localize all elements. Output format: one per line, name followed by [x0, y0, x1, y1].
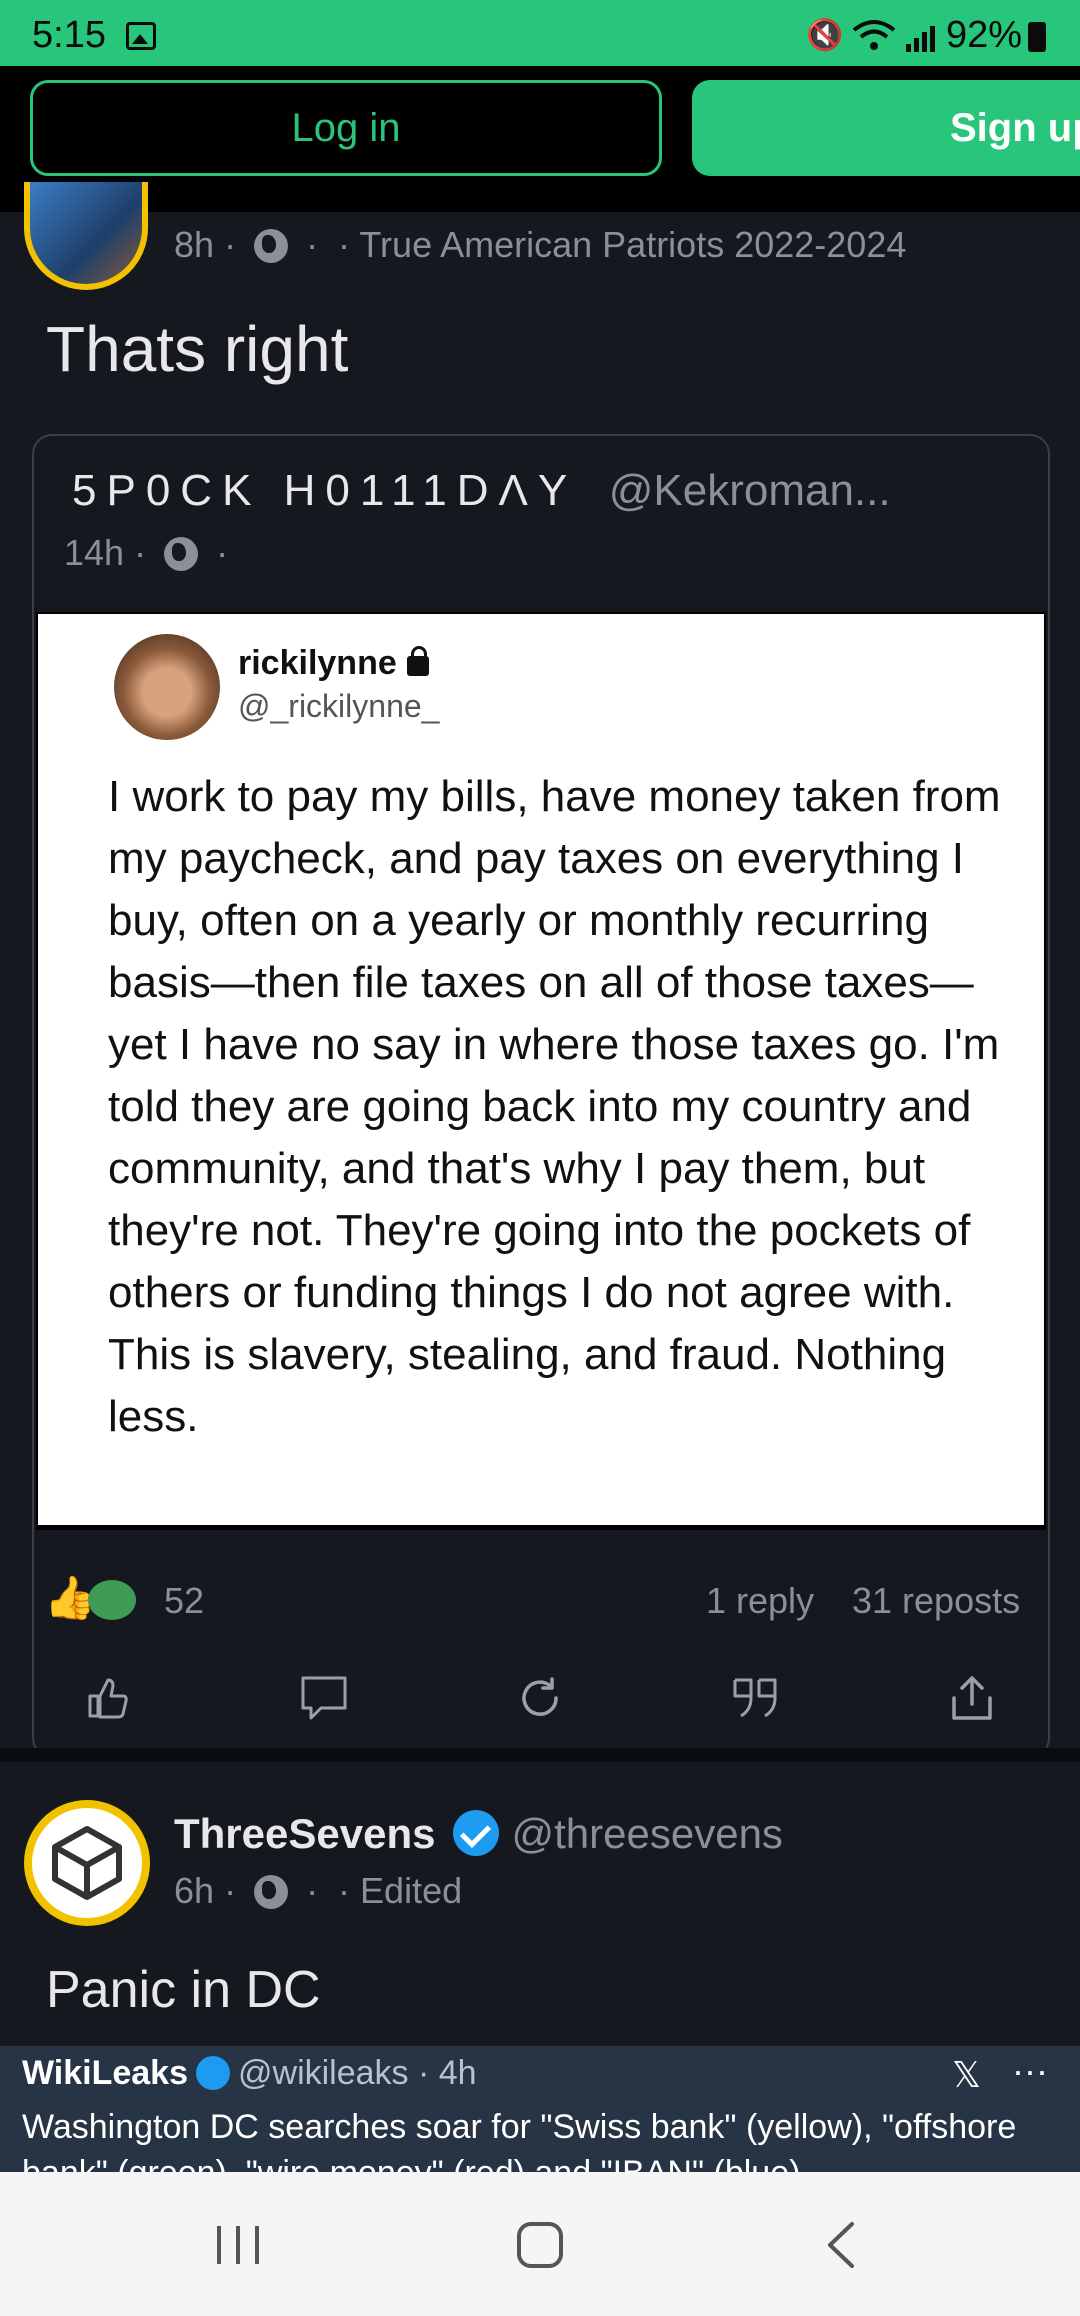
image-text: I work to pay my bills, have money taken… [108, 772, 1001, 1441]
battery-percentage: 92% [946, 14, 1023, 56]
globe-icon [164, 537, 199, 571]
status-bar: 5:15 🔇 92% [0, 0, 1080, 66]
author-line: ThreeSevens @threesevens [174, 1810, 783, 1858]
verified-badge-icon [453, 1810, 500, 1856]
post-divider [0, 1748, 1080, 1762]
signal-icon [906, 26, 935, 52]
avatar[interactable] [24, 1800, 150, 1926]
reaction-count[interactable]: 52 [164, 1580, 204, 1622]
thumbs-up-reaction-icon: 👍 [44, 1574, 97, 1621]
recent-apps-icon [217, 2226, 259, 2264]
quote-meta: 14h · · [64, 532, 229, 573]
more-icon: ··· [1012, 2050, 1048, 2091]
image-author-name: rickilynne [238, 644, 397, 682]
image-author: rickilynne [238, 644, 429, 683]
mute-icon: 🔇 [806, 19, 844, 52]
quote-author: 5P0CK H0111DΛY [72, 466, 577, 515]
back-button[interactable] [802, 2212, 882, 2278]
quoted-post[interactable]: 5P0CK H0111DΛY @Kekroman... 14h · · rick… [32, 434, 1050, 1758]
embed-text: Washington DC searches soar for "Swiss b… [22, 2108, 1017, 2172]
embed-author-line: WikiLeaks @wikileaks · 4h [22, 2054, 477, 2093]
quote-image[interactable]: rickilynne @_rickilynne_ I work to pay m… [36, 612, 1046, 1530]
system-nav-bar [0, 2172, 1080, 2316]
globe-icon [254, 1875, 289, 1909]
repost-count[interactable]: 31 reposts [852, 1580, 1020, 1622]
quote-time: 14h [64, 532, 125, 573]
quote-author-line: 5P0CK H0111DΛY @Kekroman... [72, 466, 891, 516]
post-stats: 👍 52 1 reply 31 reposts [44, 1574, 1044, 1630]
verified-badge-icon [196, 2056, 230, 2090]
group-name[interactable]: True American Patriots 2022-2024 [359, 224, 906, 265]
thumbs-up-icon [88, 1678, 128, 1719]
wifi-icon [852, 20, 896, 50]
status-time: 5:15 [32, 14, 106, 56]
battery-icon [1028, 22, 1046, 52]
post-actions [0, 1658, 1080, 1748]
avatar[interactable] [24, 182, 148, 290]
cube-logo-icon [52, 1826, 122, 1900]
x-logo-icon: 𝕏 [952, 2054, 982, 2095]
post-time: 8h [174, 224, 215, 265]
image-notification-icon [126, 22, 156, 50]
embed-handle: @wikileaks · 4h [238, 2054, 477, 2092]
post-meta: 6h · · · Edited [174, 1870, 463, 1911]
login-button[interactable]: Log in [30, 80, 662, 176]
repost-button[interactable] [500, 1658, 580, 1738]
post-meta: 8h · · · True American Patriots 2022-202… [174, 224, 907, 265]
signup-button[interactable]: Sign up [692, 80, 1080, 176]
home-icon [517, 2222, 563, 2268]
post-text: Thats right [46, 313, 349, 385]
post-card[interactable]: 8h · · · True American Patriots 2022-202… [0, 182, 1080, 1758]
edited-label: Edited [360, 1870, 463, 1911]
globe-icon [254, 229, 289, 263]
frog-reaction-icon [88, 1580, 136, 1620]
auth-bar: Log in Sign up [0, 66, 1080, 212]
back-icon [828, 2222, 854, 2268]
post-text: Panic in DC [46, 1961, 321, 2019]
embed-author: WikiLeaks [22, 2054, 188, 2092]
quote-icon [733, 1678, 777, 1718]
author-handle[interactable]: @threesevens [511, 1810, 782, 1857]
comment-button[interactable] [284, 1658, 364, 1738]
author-name[interactable]: ThreeSevens [174, 1810, 435, 1857]
quote-button[interactable] [716, 1658, 796, 1738]
share-icon [952, 1676, 992, 1720]
quote-handle: @Kekroman... [608, 466, 891, 515]
share-button[interactable] [932, 1658, 1012, 1738]
repost-icon [522, 1677, 558, 1716]
like-button[interactable] [68, 1658, 148, 1738]
comment-icon [301, 1676, 347, 1720]
reply-count[interactable]: 1 reply [706, 1580, 814, 1622]
image-handle: @_rickilynne_ [238, 688, 440, 724]
lock-icon [406, 646, 429, 676]
recent-apps-button[interactable] [198, 2212, 278, 2278]
image-avatar [114, 634, 220, 740]
post-time: 6h [174, 1870, 215, 1911]
home-button[interactable] [500, 2212, 580, 2278]
embedded-tweet[interactable]: WikiLeaks @wikileaks · 4h 𝕏 ··· Washingto… [0, 2046, 1080, 2172]
